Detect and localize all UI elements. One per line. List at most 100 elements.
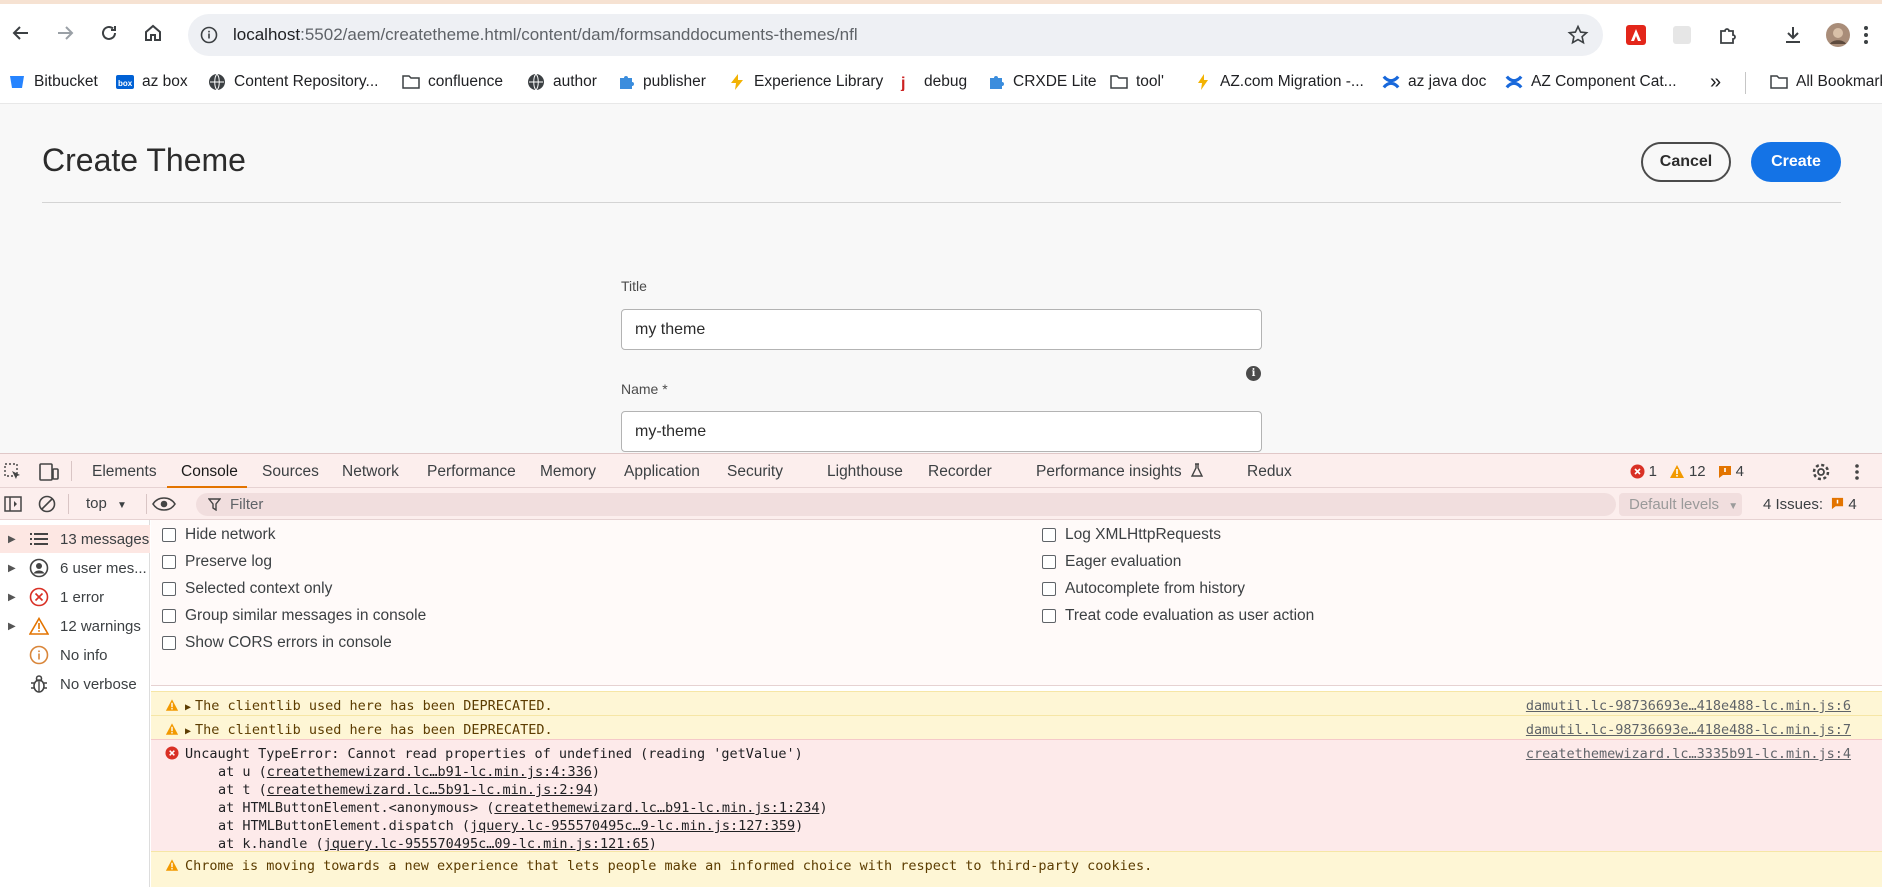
bookmark-bitbucket[interactable]: Bitbucket <box>8 70 98 94</box>
log-xhr-option[interactable]: Log XMLHttpRequests <box>1042 526 1221 544</box>
tab-performance[interactable]: Performance <box>427 463 516 481</box>
tab-memory[interactable]: Memory <box>540 463 596 481</box>
expand-arrow-icon[interactable]: ▶ <box>8 534 22 545</box>
title-field[interactable] <box>621 309 1262 350</box>
source-link[interactable]: damutil.lc-98736693e…418e488-lc.min.js:6 <box>1526 698 1851 714</box>
frame-link[interactable]: createthemewizard.lc…b91-lc.min.js:1:234 <box>494 800 819 816</box>
tab-security[interactable]: Security <box>727 463 783 481</box>
console-warning[interactable]: ▶ The clientlib used here has been DEPREC… <box>151 715 1882 739</box>
log-levels-dropdown[interactable]: Default levels ▼ <box>1619 493 1742 516</box>
adobe-extension-icon[interactable] <box>1624 23 1648 47</box>
address-bar[interactable]: localhost:5502/aem/createtheme.html/cont… <box>188 14 1603 56</box>
bookmark-az-box[interactable]: box az box <box>116 70 188 94</box>
sidebar-item-warnings[interactable]: ▶ 12 warnings <box>0 612 150 640</box>
profile-avatar[interactable] <box>1826 23 1850 47</box>
devtools-menu-icon[interactable] <box>1846 461 1868 483</box>
tab-elements[interactable]: Elements <box>92 463 157 481</box>
bookmark-experience-library[interactable]: Experience Library <box>728 70 883 94</box>
frame-link[interactable]: jquery.lc-955570495c…09-lc.min.js:121:65 <box>324 836 649 852</box>
site-info-icon[interactable] <box>198 24 220 46</box>
expand-triangle-icon[interactable]: ▶ <box>185 726 191 737</box>
tab-redux[interactable]: Redux <box>1247 463 1292 481</box>
sidebar-item-messages[interactable]: ▶ 13 messages <box>0 525 150 553</box>
checkbox[interactable] <box>1042 582 1056 596</box>
name-input[interactable] <box>635 412 1248 452</box>
frame-link[interactable]: jquery.lc-955570495c…9-lc.min.js:127:359 <box>470 818 795 834</box>
frame-link[interactable]: createthemewizard.lc…b91-lc.min.js:4:336 <box>267 764 592 780</box>
expand-arrow-icon[interactable]: ▶ <box>8 592 22 603</box>
preserve-log-option[interactable]: Preserve log <box>162 553 272 571</box>
source-link[interactable]: createthemewizard.lc…3335b91-lc.min.js:4 <box>1526 746 1851 762</box>
reload-button[interactable] <box>94 18 124 48</box>
checkbox[interactable] <box>162 555 176 569</box>
home-button[interactable] <box>138 18 168 48</box>
bookmark-tool[interactable]: tool' <box>1110 70 1164 94</box>
tab-recorder[interactable]: Recorder <box>928 463 992 481</box>
checkbox[interactable] <box>1042 555 1056 569</box>
bookmark-star-icon[interactable] <box>1567 24 1589 50</box>
bookmark-publisher[interactable]: publisher <box>617 70 706 94</box>
tab-network[interactable]: Network <box>342 463 399 481</box>
context-selector[interactable]: top ▼ <box>86 495 127 512</box>
tab-sources[interactable]: Sources <box>262 463 319 481</box>
title-input[interactable] <box>635 310 1248 350</box>
console-warning[interactable]: ▶ The clientlib used here has been DEPREC… <box>151 691 1882 715</box>
tab-console[interactable]: Console <box>181 463 238 481</box>
issues-counter[interactable]: 4 Issues: 4 <box>1763 496 1857 513</box>
expand-arrow-icon[interactable]: ▶ <box>8 621 22 632</box>
checkbox[interactable] <box>162 528 176 542</box>
source-link[interactable]: damutil.lc-98736693e…418e488-lc.min.js:7 <box>1526 722 1851 738</box>
all-bookmarks-button[interactable]: All Bookmarks <box>1770 70 1882 94</box>
group-similar-option[interactable]: Group similar messages in console <box>162 607 426 625</box>
extensions-puzzle-icon[interactable] <box>1716 23 1740 47</box>
bookmark-az-migration[interactable]: AZ.com Migration -... <box>1194 70 1364 94</box>
live-expression-eye-icon[interactable] <box>151 493 177 515</box>
sidebar-item-user-messages[interactable]: ▶ 6 user mes... <box>0 554 150 582</box>
browser-menu-icon[interactable] <box>1852 23 1880 47</box>
bookmark-debug[interactable]: j debug <box>898 70 967 94</box>
console-warning[interactable]: Chrome is moving towards a new experienc… <box>151 851 1882 887</box>
bookmark-author[interactable]: author <box>527 70 597 94</box>
tab-lighthouse[interactable]: Lighthouse <box>827 463 903 481</box>
checkbox[interactable] <box>162 609 176 623</box>
expand-arrow-icon[interactable]: ▶ <box>8 563 22 574</box>
treat-user-action-option[interactable]: Treat code evaluation as user action <box>1042 607 1314 625</box>
back-button[interactable] <box>6 18 36 48</box>
checkbox[interactable] <box>162 582 176 596</box>
clear-console-icon[interactable] <box>36 493 58 515</box>
inspect-element-icon[interactable] <box>2 461 24 483</box>
name-field[interactable] <box>621 411 1262 452</box>
forward-button[interactable] <box>50 18 80 48</box>
checkbox[interactable] <box>162 636 176 650</box>
console-counts[interactable]: 1 12 4 <box>1630 463 1744 480</box>
bookmark-az-java-doc[interactable]: az java doc <box>1382 70 1486 94</box>
console-error[interactable]: Uncaught TypeError: Cannot read properti… <box>151 739 1882 852</box>
device-toolbar-icon[interactable] <box>38 461 60 483</box>
checkbox[interactable] <box>1042 528 1056 542</box>
checkbox[interactable] <box>1042 609 1056 623</box>
devtools-settings-icon[interactable] <box>1810 461 1832 483</box>
grey-extension-icon[interactable] <box>1670 23 1694 47</box>
bookmark-az-component-cat[interactable]: AZ Component Cat... <box>1505 70 1677 94</box>
bookmark-crxde-lite[interactable]: CRXDE Lite <box>987 70 1097 94</box>
bookmark-confluence[interactable]: confluence <box>402 70 503 94</box>
bookmark-content-repository[interactable]: Content Repository... <box>208 70 378 94</box>
console-filter-input[interactable]: Filter <box>196 493 1616 516</box>
sidebar-item-info[interactable]: No info <box>0 641 150 669</box>
sidebar-item-verbose[interactable]: No verbose <box>0 670 150 698</box>
tab-performance-insights[interactable]: Performance insights <box>1036 463 1204 481</box>
selected-context-option[interactable]: Selected context only <box>162 580 332 598</box>
cors-errors-option[interactable]: Show CORS errors in console <box>162 634 392 652</box>
cancel-button[interactable]: Cancel <box>1641 142 1731 182</box>
eager-evaluation-option[interactable]: Eager evaluation <box>1042 553 1181 571</box>
autocomplete-history-option[interactable]: Autocomplete from history <box>1042 580 1245 598</box>
download-icon[interactable] <box>1781 23 1805 47</box>
frame-link[interactable]: createthemewizard.lc…5b91-lc.min.js:2:94 <box>267 782 592 798</box>
info-icon[interactable]: i <box>1246 366 1261 381</box>
create-button[interactable]: Create <box>1751 142 1841 182</box>
tab-application[interactable]: Application <box>624 463 700 481</box>
show-sidebar-icon[interactable] <box>2 493 24 515</box>
bookmarks-overflow-button[interactable]: » <box>1710 70 1721 94</box>
sidebar-item-errors[interactable]: ▶ 1 error <box>0 583 150 611</box>
expand-triangle-icon[interactable]: ▶ <box>185 702 191 713</box>
